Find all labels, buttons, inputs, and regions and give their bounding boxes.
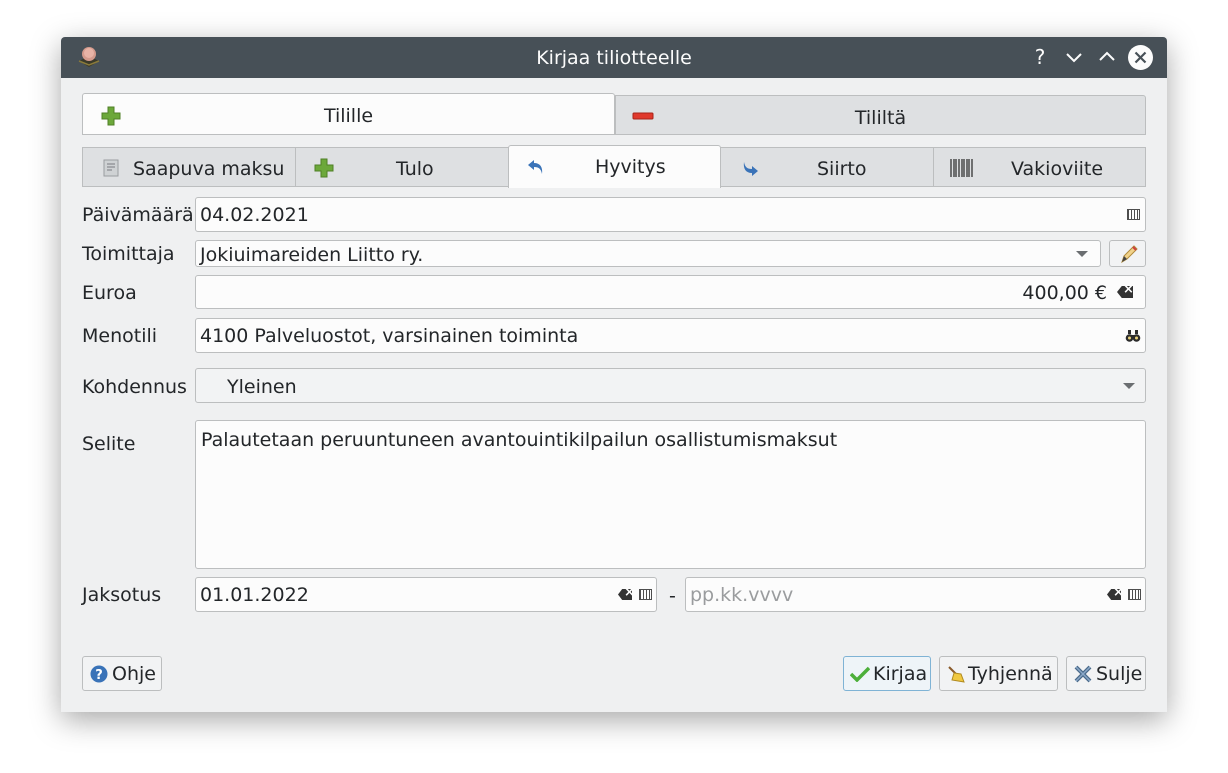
date-field[interactable]: 04.02.2021	[195, 197, 1146, 232]
calendar-icon[interactable]	[1127, 209, 1140, 220]
plus-icon	[314, 158, 334, 178]
period-label: Jaksotus	[82, 584, 162, 606]
subtab-label: Siirto	[817, 158, 867, 180]
supplier-value: Jokiuimareiden Liitto ry.	[200, 244, 424, 266]
period-start-field[interactable]: 01.01.2022	[195, 577, 657, 612]
supplier-combo[interactable]: Jokiuimareiden Liitto ry.	[195, 240, 1101, 267]
close-icon	[1134, 51, 1147, 64]
barcode-icon	[950, 159, 973, 177]
tab-divider	[82, 134, 1146, 135]
period-separator: -	[669, 585, 676, 607]
tab-label: Tililtä	[854, 107, 907, 129]
maximize-icon[interactable]	[1095, 45, 1119, 69]
account-value: 4100 Palveluostot, varsinainen toiminta	[200, 325, 579, 347]
clear-button[interactable]: Tyhjennä	[939, 656, 1058, 691]
minimize-icon[interactable]	[1062, 45, 1086, 69]
clear-icon[interactable]	[618, 589, 632, 600]
redo-arrow-icon	[743, 162, 758, 176]
receipt-icon	[103, 159, 119, 177]
close-x-icon	[1074, 665, 1092, 683]
amount-field[interactable]: 400,00 €	[195, 275, 1146, 309]
close-button[interactable]: Sulje	[1066, 656, 1146, 691]
subtab-tulo[interactable]: Tulo	[295, 147, 509, 187]
subtab-vakioviite[interactable]: Vakioviite	[933, 147, 1146, 187]
undo-arrow-icon	[528, 160, 543, 174]
subtab-label: Saapuva maksu	[133, 158, 285, 180]
title-bar[interactable]: Kirjaa tiliotteelle ?	[61, 37, 1167, 78]
tab-tilille[interactable]: Tilille	[82, 93, 615, 135]
chevron-down-icon[interactable]	[1123, 383, 1135, 389]
allocation-combo[interactable]: Yleinen	[195, 368, 1146, 403]
dialog-window: Kirjaa tiliotteelle ? Tilille Tililtä Sa…	[61, 37, 1167, 712]
check-icon	[850, 666, 870, 682]
period-end-field[interactable]: pp.kk.vvvv	[685, 577, 1146, 612]
tab-tililta[interactable]: Tililtä	[615, 95, 1146, 135]
amount-value: 400,00 €	[1022, 282, 1107, 304]
close-button-label: Sulje	[1096, 663, 1143, 685]
submit-button-label: Kirjaa	[873, 663, 928, 685]
chevron-down-icon[interactable]	[1076, 251, 1088, 257]
window-title: Kirjaa tiliotteelle	[536, 47, 692, 69]
help-circle-icon: ?	[90, 665, 108, 683]
subtab-label: Hyvitys	[595, 156, 666, 178]
clear-button-label: Tyhjennä	[968, 663, 1053, 685]
period-start-value: 01.01.2022	[200, 584, 309, 606]
calendar-icon[interactable]	[1128, 589, 1141, 600]
edit-supplier-button[interactable]	[1109, 240, 1146, 267]
clear-icon[interactable]	[1117, 286, 1133, 298]
allocation-value: Yleinen	[227, 376, 297, 398]
subtab-hyvitys[interactable]: Hyvitys	[508, 145, 721, 188]
date-value: 04.02.2021	[200, 204, 309, 226]
help-icon[interactable]: ?	[1028, 45, 1052, 69]
account-field[interactable]: 4100 Palveluostot, varsinainen toiminta	[195, 318, 1146, 353]
period-end-placeholder: pp.kk.vvvv	[690, 584, 794, 606]
broom-icon	[948, 666, 965, 683]
clear-icon[interactable]	[1107, 589, 1121, 600]
description-textarea[interactable]: Palautetaan peruuntuneen avantouintikilp…	[195, 420, 1146, 569]
supplier-label: Toimittaja	[82, 243, 175, 265]
submit-button[interactable]: Kirjaa	[843, 656, 931, 691]
pen-icon	[1121, 245, 1138, 264]
allocation-label: Kohdennus	[82, 376, 187, 398]
svg-text:?: ?	[95, 668, 103, 683]
tab-label: Tilille	[323, 105, 374, 127]
account-label: Menotili	[82, 325, 158, 347]
subtab-label: Vakioviite	[1011, 158, 1104, 180]
subtab-siirto[interactable]: Siirto	[720, 147, 934, 187]
description-label: Selite	[82, 433, 136, 455]
amount-label: Euroa	[82, 282, 137, 304]
help-button-label: Ohje	[112, 663, 156, 685]
help-button[interactable]: ? Ohje	[82, 656, 162, 691]
subtab-saapuva-maksu[interactable]: Saapuva maksu	[82, 147, 296, 187]
binoculars-icon[interactable]	[1125, 329, 1141, 343]
description-value: Palautetaan peruuntuneen avantouintikilp…	[201, 429, 838, 451]
date-label: Päivämäärä	[82, 204, 194, 226]
calendar-icon[interactable]	[639, 589, 652, 600]
close-window-button[interactable]	[1128, 45, 1153, 70]
subtab-label: Tulo	[396, 158, 434, 180]
